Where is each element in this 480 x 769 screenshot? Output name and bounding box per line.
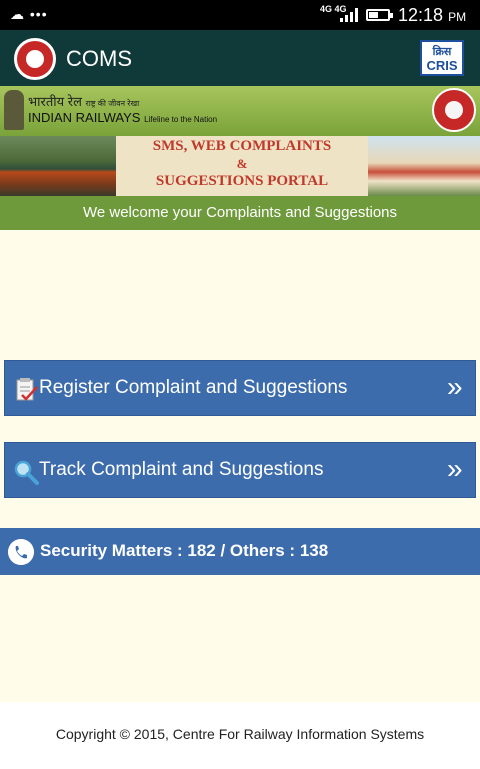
security-helpline-bar[interactable]: Security Matters : 182 / Others : 138 <box>0 528 480 575</box>
banner-line-1: SMS, WEB COMPLAINTS <box>152 138 332 154</box>
chevron-right-icon: » <box>447 371 463 402</box>
track-complaint-button[interactable]: Track Complaint and Suggestions » <box>4 442 476 498</box>
banner-line-2: & <box>236 156 248 171</box>
security-helpline-text: Security Matters : 182 / Others : 138 <box>40 541 329 560</box>
hindi-title: भारतीय रेल <box>28 94 82 109</box>
register-form-icon <box>16 378 38 401</box>
phone-icon <box>8 539 34 565</box>
railways-badge-icon <box>432 88 476 132</box>
welcome-text: We welcome your Complaints and Suggestio… <box>0 196 480 230</box>
clock-ampm: PM <box>448 10 467 24</box>
station-image <box>368 136 480 196</box>
battery-icon <box>366 9 393 21</box>
hindi-tagline: राष्ट्र की जीवन रेखा <box>85 99 140 108</box>
search-icon <box>14 460 39 485</box>
indian-railways-logo-icon <box>14 38 56 80</box>
train-image <box>0 136 116 196</box>
header-english: INDIAN RAILWAYS Lifeline to the Nation <box>28 110 217 125</box>
chevron-right-icon: » <box>447 453 463 484</box>
banner-line-3: SUGGESTIONS PORTAL <box>155 173 329 189</box>
cris-logo-icon: क्रिस CRIS <box>420 40 464 76</box>
cris-logo-hindi: क्रिस <box>432 46 452 58</box>
signal-icon <box>340 8 358 22</box>
footer: Copyright © 2015, Centre For Railway Inf… <box>0 702 480 769</box>
status-bar: ☁ ••• 4G 4G 12:18 PM <box>0 0 480 30</box>
portal-banner: SMS, WEB COMPLAINTS & SUGGESTIONS PORTAL <box>0 136 480 196</box>
app-title: COMS <box>66 46 132 71</box>
copyright-text: Copyright © 2015, Centre For Railway Inf… <box>55 726 425 742</box>
national-emblem-icon <box>4 90 24 130</box>
register-complaint-label: Register Complaint and Suggestions <box>39 377 348 398</box>
track-complaint-label: Track Complaint and Suggestions <box>39 459 324 480</box>
register-complaint-button[interactable]: Register Complaint and Suggestions » <box>4 360 476 416</box>
header-hindi: भारतीय रेल राष्ट्र की जीवन रेखा <box>28 92 139 110</box>
banner-title: SMS, WEB COMPLAINTS & SUGGESTIONS PORTAL <box>116 136 368 196</box>
status-clock: 12:18 PM <box>398 5 466 26</box>
cris-logo-text: CRIS <box>426 58 458 73</box>
clock-time: 12:18 <box>398 5 444 25</box>
app-bar: COMS क्रिस CRIS <box>0 30 480 86</box>
notification-icons: ☁ ••• <box>10 6 48 22</box>
indian-railways-header: भारतीय रेल राष्ट्र की जीवन रेखा INDIAN R… <box>0 86 480 136</box>
english-title: INDIAN RAILWAYS <box>28 110 141 125</box>
english-tagline: Lifeline to the Nation <box>144 115 218 124</box>
